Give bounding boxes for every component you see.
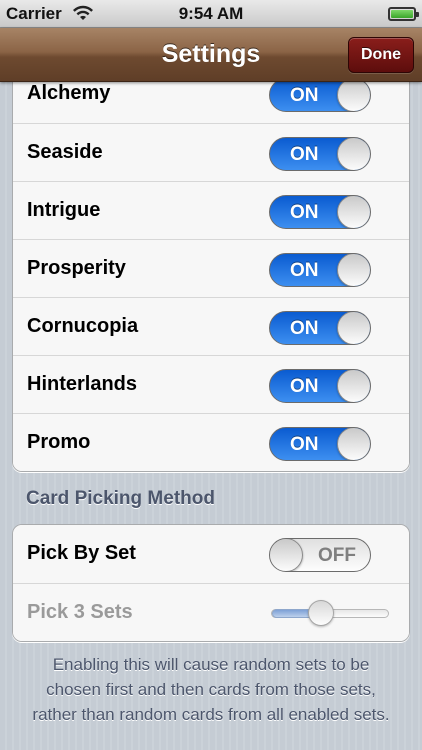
expansion-label: Prosperity <box>27 257 126 279</box>
switch-knob <box>337 82 370 111</box>
settings-content[interactable]: Alchemy ON Seaside ON Intrigue ON Prosperity ON… <box>0 82 422 750</box>
pick-by-set-label: Pick By Set <box>27 542 136 564</box>
switch-knob <box>337 254 370 286</box>
row-promo: Promo ON <box>13 413 409 471</box>
switch-knob <box>270 539 303 571</box>
cornucopia-switch[interactable]: ON <box>269 311 371 345</box>
row-seaside: Seaside ON <box>13 123 409 181</box>
row-pick-sets: Pick 3 Sets <box>13 583 409 641</box>
row-hinterlands: Hinterlands ON <box>13 355 409 413</box>
row-pick-by-set: Pick By Set OFF <box>13 525 409 583</box>
row-cornucopia: Cornucopia ON <box>13 297 409 355</box>
row-alchemy: Alchemy ON <box>13 82 409 123</box>
switch-state-text: ON <box>290 202 319 223</box>
pick-sets-slider[interactable] <box>271 600 389 626</box>
switch-knob <box>337 370 370 402</box>
promo-switch[interactable]: ON <box>269 427 371 461</box>
switch-knob <box>337 196 370 228</box>
switch-knob <box>337 138 370 170</box>
alchemy-switch[interactable]: ON <box>269 82 371 112</box>
switch-state-text: ON <box>290 318 319 339</box>
switch-state-text: ON <box>290 260 319 281</box>
row-intrigue: Intrigue ON <box>13 181 409 239</box>
switch-state-text: ON <box>290 85 319 106</box>
expansion-label: Seaside <box>27 141 103 163</box>
status-time: 9:54 AM <box>178 4 244 23</box>
intrigue-switch[interactable]: ON <box>269 195 371 229</box>
slider-thumb[interactable] <box>307 600 334 626</box>
switch-knob <box>337 428 370 460</box>
done-button[interactable]: Done <box>348 37 414 73</box>
row-prosperity: Prosperity ON <box>13 239 409 297</box>
switch-state-text: OFF <box>318 545 356 566</box>
card-picking-group: Pick By Set OFF Pick 3 Sets <box>12 524 410 642</box>
expansion-label: Cornucopia <box>27 315 139 337</box>
navigation-bar: Settings Done <box>0 28 422 82</box>
expansion-label: Intrigue <box>27 199 101 221</box>
expansion-label: Hinterlands <box>27 373 138 395</box>
prosperity-switch[interactable]: ON <box>269 253 371 287</box>
switch-state-text: ON <box>290 376 319 397</box>
hinterlands-switch[interactable]: ON <box>269 369 371 403</box>
switch-knob <box>337 312 370 344</box>
battery-icon <box>388 7 419 21</box>
pick-sets-label: Pick 3 Sets <box>27 601 133 623</box>
expansion-label: Alchemy <box>27 82 111 104</box>
status-bar: Carrier 9:54 AM <box>0 0 422 28</box>
expansion-label: Promo <box>27 431 91 453</box>
switch-state-text: ON <box>290 144 319 165</box>
pick-by-set-switch[interactable]: OFF <box>269 538 371 572</box>
pick-by-set-description: Enabling this will cause random sets to … <box>32 655 390 724</box>
section-header-card-picking: Card Picking Method <box>26 488 215 509</box>
switch-state-text: ON <box>290 434 319 455</box>
seaside-switch[interactable]: ON <box>269 137 371 171</box>
expansions-group: Alchemy ON Seaside ON Intrigue ON Prosperity ON… <box>12 82 410 472</box>
